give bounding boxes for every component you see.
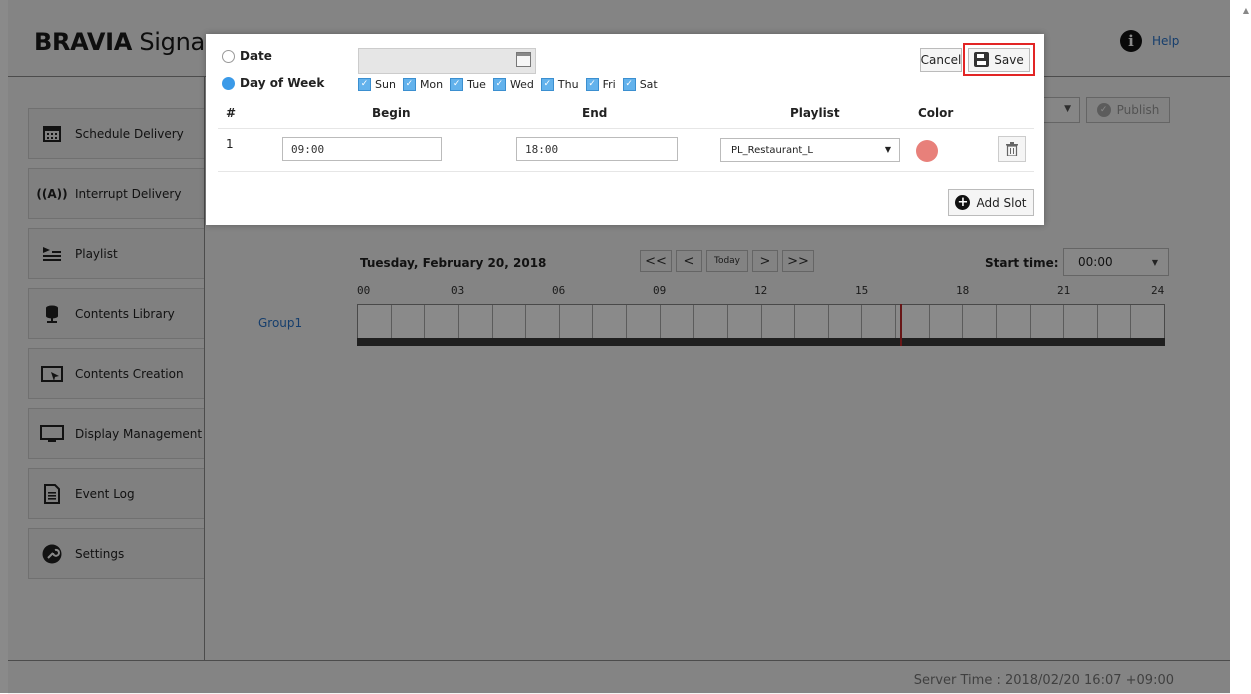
checkbox-icon: ✓ [585, 78, 599, 91]
radio-day-of-week[interactable]: Day of Week [222, 76, 324, 90]
save-label: Save [994, 52, 1024, 67]
radio-date[interactable]: Date [222, 49, 272, 63]
end-time-input[interactable]: 18:00 [516, 137, 678, 161]
checkbox-icon: ✓ [492, 78, 506, 91]
day-sat[interactable]: ✓ Sat [622, 78, 658, 91]
chevron-down-icon: ▼ [884, 145, 891, 154]
calendar-picker-icon[interactable] [516, 52, 531, 67]
day-thu[interactable]: ✓ Thu [540, 78, 579, 91]
radio-circle [222, 49, 235, 63]
plus-circle-icon: + [955, 195, 971, 210]
col-playlist: Playlist [790, 106, 840, 120]
day-tue[interactable]: ✓ Tue [450, 78, 486, 91]
save-highlight: Save [963, 43, 1035, 76]
day-checkboxes: ✓ Sun ✓ Mon ✓ Tue ✓ Wed ✓ Thu ✓ Fri ✓ Sat [358, 78, 658, 91]
date-input[interactable] [358, 48, 536, 74]
checkbox-icon: ✓ [622, 78, 636, 91]
floppy-disk-icon [974, 52, 990, 67]
checkbox-icon: ✓ [540, 78, 554, 91]
scrollbar-arrow-up[interactable]: ▲ [1243, 6, 1249, 15]
trash-icon [1006, 142, 1018, 156]
day-mon[interactable]: ✓ Mon [402, 78, 443, 91]
slot-edit-dialog: Date Day of Week ✓ Sun ✓ Mon ✓ Tue ✓ Wed ✓ Th… [206, 34, 1044, 225]
color-swatch[interactable] [916, 140, 938, 162]
date-label: Date [240, 49, 272, 63]
save-button[interactable]: Save [968, 47, 1030, 72]
row-divider [218, 171, 1034, 172]
checkbox-icon: ✓ [358, 78, 371, 91]
slot-number: 1 [226, 137, 234, 151]
add-slot-label: Add Slot [976, 195, 1027, 210]
add-slot-button[interactable]: + Add Slot [948, 189, 1034, 216]
day-sun[interactable]: ✓ Sun [358, 78, 396, 91]
day-of-week-label: Day of Week [240, 76, 325, 90]
col-color: Color [918, 106, 954, 120]
cancel-button[interactable]: Cancel [920, 48, 962, 72]
header-divider [218, 128, 1034, 129]
day-fri[interactable]: ✓ Fri [585, 78, 616, 91]
checkbox-icon: ✓ [450, 78, 464, 91]
radio-circle [222, 76, 235, 90]
playlist-value: PL_Restaurant_L [731, 145, 813, 156]
playlist-select[interactable]: PL_Restaurant_L ▼ [720, 138, 900, 162]
day-wed[interactable]: ✓ Wed [492, 78, 534, 91]
col-begin: Begin [372, 106, 411, 120]
begin-time-input[interactable]: 09:00 [282, 137, 442, 161]
delete-slot-button[interactable] [998, 136, 1026, 162]
checkbox-icon: ✓ [402, 78, 416, 91]
col-end: End [582, 106, 608, 120]
col-num: # [226, 106, 237, 120]
